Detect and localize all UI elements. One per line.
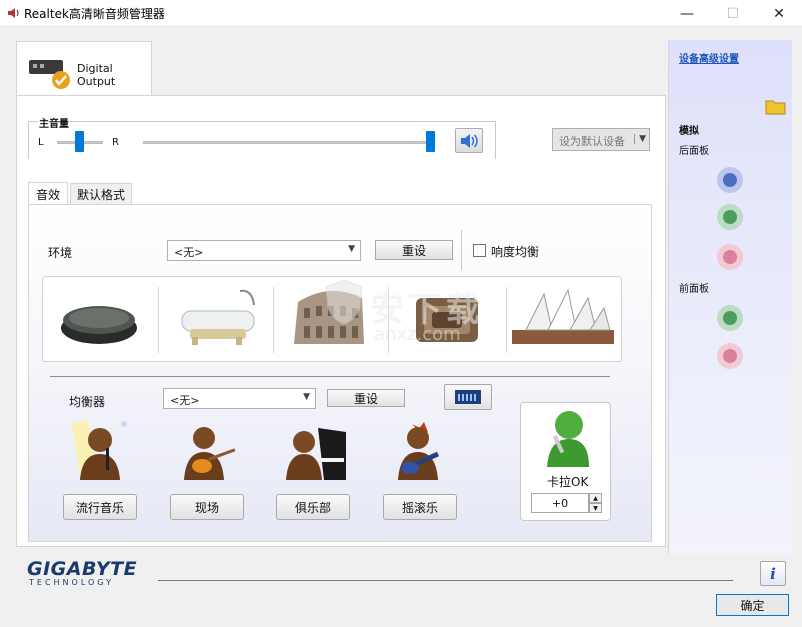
loudness-checkbox[interactable] bbox=[473, 244, 486, 257]
pop-singer-icon[interactable] bbox=[66, 418, 136, 484]
device-tab-label: Digital Output bbox=[77, 62, 116, 88]
equalizer-reset-label: 重设 bbox=[353, 391, 378, 406]
preset-club-label: 俱乐部 bbox=[294, 500, 331, 515]
karaoke-increase-button[interactable]: ▲ bbox=[589, 493, 602, 503]
window-title: Realtek高清晰音频管理器 bbox=[24, 7, 165, 21]
env-stone-icon[interactable] bbox=[55, 292, 145, 348]
environment-label: 环境 bbox=[48, 246, 73, 260]
tab-default-format[interactable]: 默认格式 bbox=[70, 183, 132, 205]
folder-icon[interactable] bbox=[765, 96, 787, 116]
preset-pop-button[interactable]: 流行音乐 bbox=[63, 494, 137, 520]
mute-button[interactable] bbox=[455, 128, 483, 153]
tab-sound-effects[interactable]: 音效 bbox=[28, 182, 68, 205]
karaoke-value: +0 bbox=[551, 496, 569, 510]
chevron-down-icon: ▼ bbox=[634, 134, 646, 144]
balance-left-label: L bbox=[38, 137, 44, 148]
karaoke-label: 卡拉OK bbox=[547, 475, 589, 489]
jack-back-blue[interactable] bbox=[717, 167, 743, 193]
chevron-up-icon: ▲ bbox=[593, 494, 598, 502]
equalizer-select-value: <无> bbox=[170, 394, 200, 407]
environment-select-value: <无> bbox=[174, 246, 204, 259]
chevron-down-icon: ▼ bbox=[303, 392, 310, 402]
set-default-device-label: 设为默认设备 bbox=[559, 135, 625, 148]
karaoke-panel: 卡拉OK +0 ▲ ▼ bbox=[520, 402, 611, 521]
equalizer-reset-button[interactable]: 重设 bbox=[327, 389, 405, 407]
tab-digital-output[interactable]: Digital Output bbox=[16, 41, 152, 96]
environment-reset-label: 重设 bbox=[401, 243, 426, 258]
preset-live-button[interactable]: 现场 bbox=[170, 494, 244, 520]
balance-right-label: R bbox=[112, 137, 119, 148]
maximize-button: ☐ bbox=[726, 5, 740, 22]
watermark: 安下载 anxz.com bbox=[300, 272, 500, 352]
equalizer-label: 均衡器 bbox=[69, 395, 106, 409]
ok-label: 确定 bbox=[740, 598, 765, 613]
master-volume-title: 主音量 bbox=[38, 115, 70, 130]
divider bbox=[50, 376, 610, 377]
tab-default-format-label: 默认格式 bbox=[76, 188, 125, 202]
loudness-label: 响度均衡 bbox=[491, 245, 540, 259]
environment-select[interactable]: <无> ▼ bbox=[167, 240, 361, 261]
speaker-volume-icon bbox=[461, 133, 478, 148]
jack-front-pink[interactable] bbox=[717, 343, 743, 369]
divider bbox=[158, 287, 159, 353]
digital-output-device-icon bbox=[29, 60, 70, 89]
jack-back-green[interactable] bbox=[717, 204, 743, 230]
title-bar: Realtek高清晰音频管理器 — ☐ ✕ bbox=[0, 0, 802, 27]
back-panel-label: 后面板 bbox=[679, 146, 709, 157]
divider bbox=[158, 580, 733, 581]
master-volume-slider[interactable] bbox=[426, 131, 435, 152]
environment-reset-button[interactable]: 重设 bbox=[375, 240, 453, 260]
karaoke-value-field[interactable]: +0 bbox=[531, 493, 589, 513]
preset-rock-label: 摇滚乐 bbox=[401, 500, 438, 515]
graphic-equalizer-button[interactable] bbox=[444, 384, 492, 410]
brand-tagline: TECHNOLOGY bbox=[29, 578, 114, 587]
jack-back-pink[interactable] bbox=[717, 244, 743, 270]
info-icon: i bbox=[770, 564, 776, 583]
preset-rock-button[interactable]: 摇滚乐 bbox=[383, 494, 457, 520]
shield-icon bbox=[325, 279, 363, 325]
close-button[interactable]: ✕ bbox=[756, 0, 802, 27]
chevron-down-icon: ▼ bbox=[593, 504, 598, 512]
master-volume-track bbox=[143, 141, 433, 144]
analog-label: 模拟 bbox=[679, 126, 699, 137]
ok-button[interactable]: 确定 bbox=[716, 594, 789, 616]
live-guitarist-icon[interactable] bbox=[178, 424, 242, 482]
karaoke-decrease-button[interactable]: ▼ bbox=[589, 503, 602, 513]
front-panel-label: 前面板 bbox=[679, 284, 709, 295]
equalizer-select[interactable]: <无> ▼ bbox=[163, 388, 316, 409]
advanced-device-settings-link[interactable]: 设备高级设置 bbox=[679, 50, 739, 65]
jack-front-green[interactable] bbox=[717, 305, 743, 331]
connector-panel: 设备高级设置 模拟 后面板 前面板 bbox=[668, 40, 792, 555]
preset-pop-label: 流行音乐 bbox=[75, 500, 124, 515]
divider bbox=[461, 230, 462, 270]
equalizer-icon bbox=[455, 390, 481, 404]
club-pianist-icon[interactable] bbox=[284, 422, 350, 482]
rock-guitarist-icon[interactable] bbox=[394, 420, 450, 482]
balance-slider[interactable] bbox=[75, 131, 84, 152]
preset-live-label: 现场 bbox=[194, 500, 219, 515]
minimize-button[interactable]: — bbox=[664, 0, 710, 27]
tab-sound-effects-label: 音效 bbox=[35, 187, 60, 202]
env-opera-house-icon[interactable] bbox=[508, 286, 618, 350]
env-bathroom-icon[interactable] bbox=[178, 287, 274, 351]
divider bbox=[506, 287, 507, 353]
brand-logo: GIGABYTE bbox=[27, 558, 138, 580]
speaker-icon bbox=[8, 8, 19, 18]
preset-club-button[interactable]: 俱乐部 bbox=[276, 494, 350, 520]
info-button[interactable]: i bbox=[760, 561, 786, 586]
karaoke-singer-icon[interactable] bbox=[543, 407, 591, 469]
watermark-text: anxz.com bbox=[374, 324, 461, 345]
set-default-device-button: 设为默认设备 ▼ bbox=[552, 128, 650, 151]
chevron-down-icon: ▼ bbox=[348, 244, 355, 254]
